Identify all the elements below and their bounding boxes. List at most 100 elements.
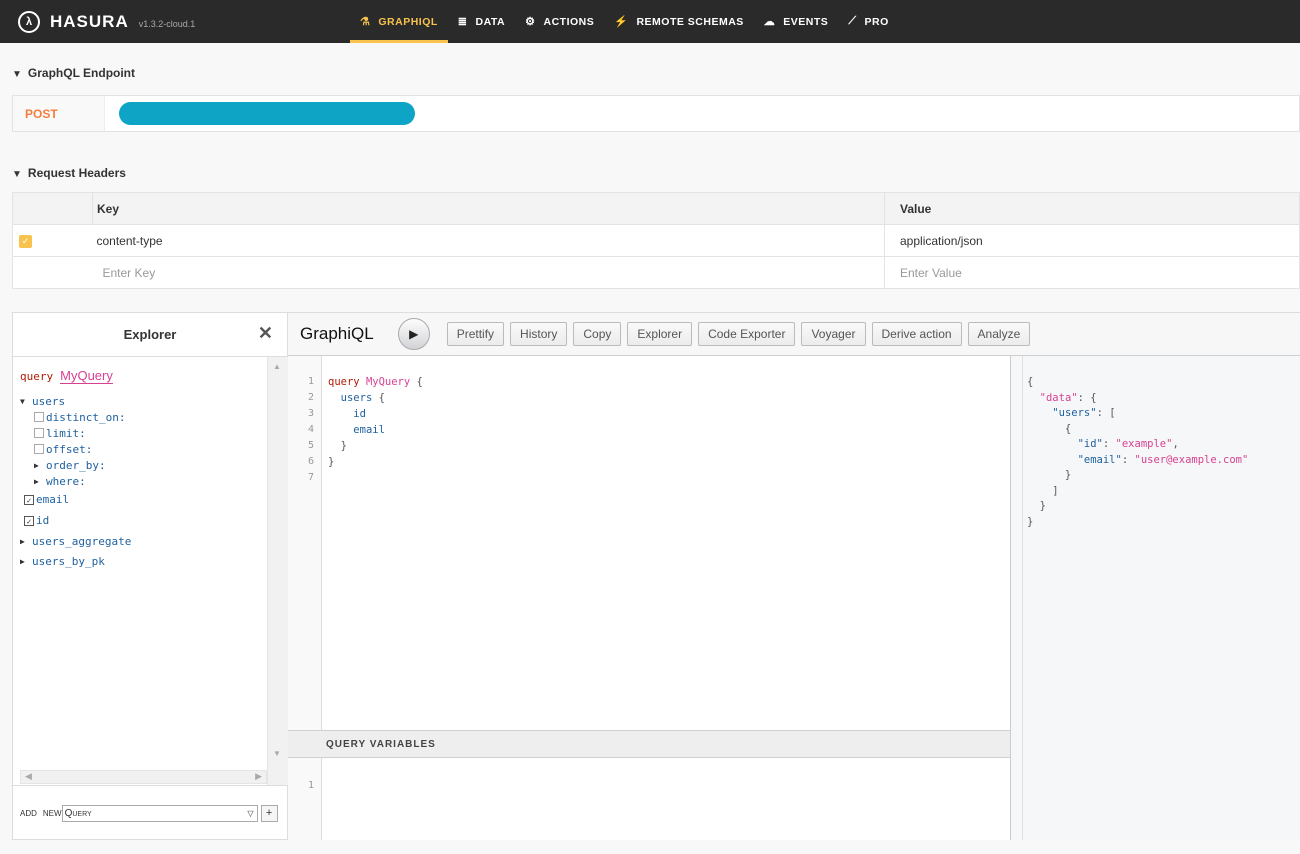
scroll-down-icon[interactable]: ▼ [273,749,281,758]
scroll-up-icon[interactable]: ▲ [273,362,281,371]
query-variables-header[interactable]: QUERY VARIABLES [288,730,1010,758]
top-nav: λ HASURA v1.3.2-cloud.1 ⚗ GRAPHIQL ≣ DATA ⚙ A… [0,0,1300,43]
query-name-input[interactable]: MyQuery [60,368,113,384]
nav-tab-data[interactable]: ≣ DATA [448,0,515,43]
tree-label: limit: [46,426,86,440]
result-line: "id": "example", [1077,438,1179,450]
header-row: ✓ content-type application/json [12,224,1300,257]
operation-type-select[interactable]: Query ▽ [61,804,258,822]
add-label: ADD [20,808,37,818]
tree-fields: ✓ email ✓ id [20,489,267,531]
scroll-left-icon[interactable]: ◀ [25,771,32,782]
add-operation-button[interactable]: + [260,804,278,822]
query-editor[interactable]: 1 query MyQuery {2 users {3 id 4 email 5 } 6… [288,356,1010,730]
header-check-col [12,192,93,225]
triangle-right-icon: ▶ [20,556,25,566]
query-operation-row: query MyQuery [20,365,267,387]
nav-tab-actions[interactable]: ⚙ ACTIONS [515,0,604,43]
nav-tab-remote-schemas[interactable]: ⚡ REMOTE SCHEMAS [604,0,754,43]
header-value-input[interactable]: Enter Value [884,256,1300,289]
explorer-horizontal-scrollbar[interactable]: ◀ ▶ [20,770,267,784]
copy-button[interactable]: Copy [573,322,622,346]
tree-label: users_by_pk [32,554,105,568]
endpoint-bar: POST [12,95,1300,132]
checkbox-icon[interactable] [34,428,44,438]
tree-others: ▶ users_aggregate ▶ users_by_pk [20,531,267,571]
nav-tab-events[interactable]: ☁ EVENTS [754,0,839,43]
endpoint-url-redacted[interactable] [119,102,415,125]
tree-arg[interactable]: distinct_on: [20,409,267,425]
headers-section-toggle[interactable]: ▼ Request Headers [12,166,126,180]
chart-line-icon: ⟋ [848,15,857,27]
tree-label-users: users [32,394,66,408]
tree-item[interactable]: ▶ users_aggregate [20,531,267,551]
brand-name: HASURA [50,11,129,31]
endpoint-section-toggle[interactable]: ▼ GraphQL Endpoint [12,66,135,80]
scroll-right-icon[interactable]: ▶ [255,771,262,782]
brand[interactable]: λ HASURA v1.3.2-cloud.1 [0,0,350,43]
nav-tab-label: EVENTS [783,15,829,28]
tree-field[interactable]: ✓ email [20,489,267,510]
result-line: "email": "user@example.com" [1077,453,1249,466]
operation-type-value: Query [64,807,92,819]
voyager-button[interactable]: Voyager [801,322,866,346]
header-key-cell[interactable]: content-type [92,224,885,257]
play-icon: ▶ [409,327,419,341]
line-number: 1 [307,376,314,387]
checkbox-icon[interactable] [34,412,44,422]
tree-item-users[interactable]: ▼ users [20,393,267,409]
code-exporter-button[interactable]: Code Exporter [698,322,796,346]
tree-arg[interactable]: offset: [20,441,267,457]
history-button[interactable]: History [510,322,568,346]
checkbox-checked-icon[interactable]: ✓ [24,494,34,505]
explorer-vertical-scrollbar[interactable]: ▲ ▼ [267,357,288,785]
nav-tab-graphiql[interactable]: ⚗ GRAPHIQL [350,0,448,43]
header-value-col: Value [884,192,1300,225]
nav-tabs: ⚗ GRAPHIQL ≣ DATA ⚙ ACTIONS ⚡ REMOTE SCHEMAS ☁ EV… [350,0,899,43]
tree-nested-arg[interactable]: ▶ order_by: [20,457,267,473]
checkbox-icon[interactable] [34,444,44,454]
tree-arg[interactable]: limit: [20,425,267,441]
tree-label: offset: [46,442,93,456]
triangle-right-icon: ▶ [34,460,39,470]
tree-nested-arg[interactable]: ▶ where: [20,473,267,489]
explorer-panel: Explorer ✕ query MyQuery ▼ users distinct… [12,312,288,840]
nav-tab-label: PRO [864,15,889,28]
nav-tab-pro[interactable]: ⟋ PRO [838,0,898,43]
explorer-footer: ADD NEW Query ▽ + [13,785,288,840]
variables-gutter [288,758,322,840]
plug-icon: ⚡ [614,16,629,28]
derive-action-button[interactable]: Derive action [871,322,962,346]
headers-table: Key Value ✓ content-type application/jso… [12,192,1300,289]
query-variables-editor[interactable]: 1 [288,758,1010,840]
explorer-button[interactable]: Explorer [627,322,693,346]
tree-label: users_aggregate [32,534,132,548]
headers-table-head: Key Value [12,192,1300,225]
cloud-icon: ☁ [763,16,776,28]
explorer-title: Explorer [123,327,177,342]
checkbox-checked-icon[interactable]: ✓ [24,515,34,526]
result-line: } [1027,469,1072,481]
code-line: } [328,456,335,468]
line-number: 5 [307,440,314,451]
result-line: "data": { [1039,391,1097,404]
line-number: 2 [307,392,314,403]
triangle-down-icon: ▼ [20,396,25,406]
code-line: users { [340,392,385,404]
analyze-button[interactable]: Analyze [967,322,1031,346]
code-line: email [353,424,385,436]
cogs-icon: ⚙ [525,16,536,28]
tree-field[interactable]: ✓ id [20,510,267,531]
close-icon[interactable]: ✕ [258,323,273,344]
result-line: ] [1027,484,1059,497]
tree-label: where: [46,474,86,488]
chevron-down-icon: ▽ [247,808,254,818]
line-number: 1 [307,780,314,791]
header-key-input[interactable]: Enter Key [92,256,885,289]
run-query-button[interactable]: ▶ [397,318,430,350]
header-enabled-checkbox[interactable]: ✓ [19,235,32,248]
tree-item[interactable]: ▶ users_by_pk [20,551,267,571]
prettify-button[interactable]: Prettify [446,322,505,346]
header-key-col: Key [92,192,885,225]
header-value-cell[interactable]: application/json [884,224,1300,257]
